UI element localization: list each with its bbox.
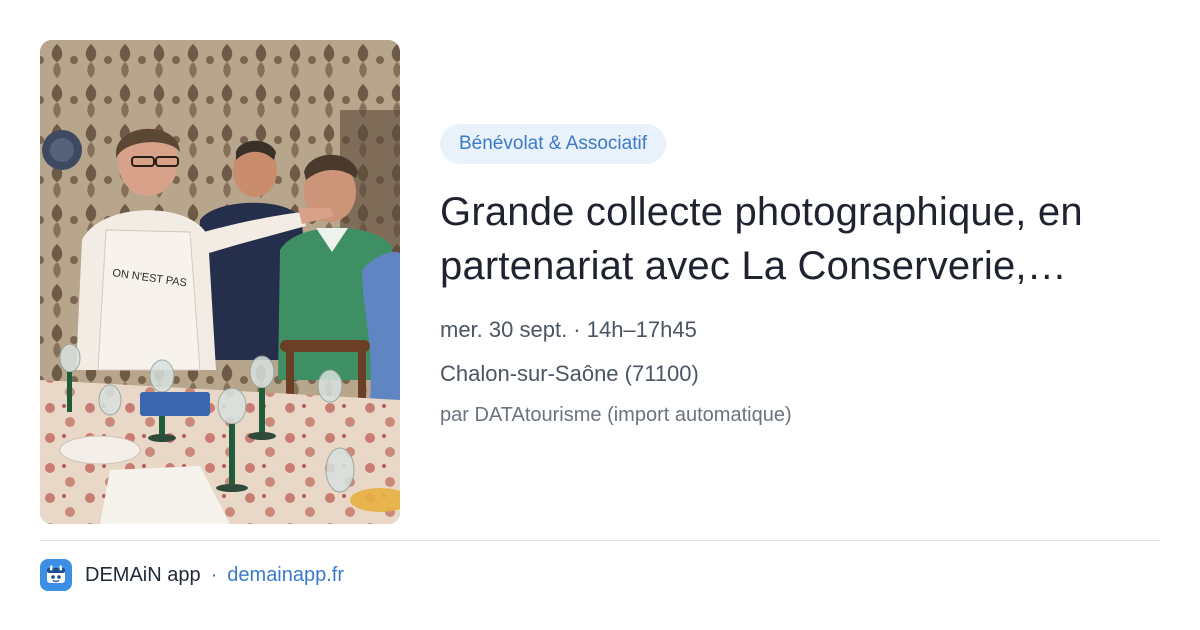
footer: DEMAiN app · demainapp.fr xyxy=(40,558,344,592)
app-name: DEMAiN app xyxy=(85,563,201,586)
event-photo[interactable]: ON N'EST PAS xyxy=(40,40,400,524)
event-location: Chalon-sur-Saône (71100) xyxy=(440,361,699,386)
event-date-time: mer. 30 sept. · 14h–17h45 xyxy=(440,317,697,342)
event-title[interactable]: Grande collecte photographique, en parte… xyxy=(440,185,1160,293)
demain-app-icon xyxy=(40,559,72,591)
category-badge[interactable]: Bénévolat & Associatif xyxy=(440,124,666,164)
footer-divider xyxy=(40,540,1160,541)
app-domain-link[interactable]: demainapp.fr xyxy=(227,564,344,587)
footer-separator: · xyxy=(210,563,218,586)
event-info: Bénévolat & Associatif Grande collecte p… xyxy=(440,124,1170,428)
event-photo-image: ON N'EST PAS xyxy=(40,40,400,524)
event-share-card: ON N'EST PAS Bénévolat & Associatif Gran… xyxy=(0,0,1200,630)
event-source: par DATAtourisme (import automatique) xyxy=(440,404,792,426)
